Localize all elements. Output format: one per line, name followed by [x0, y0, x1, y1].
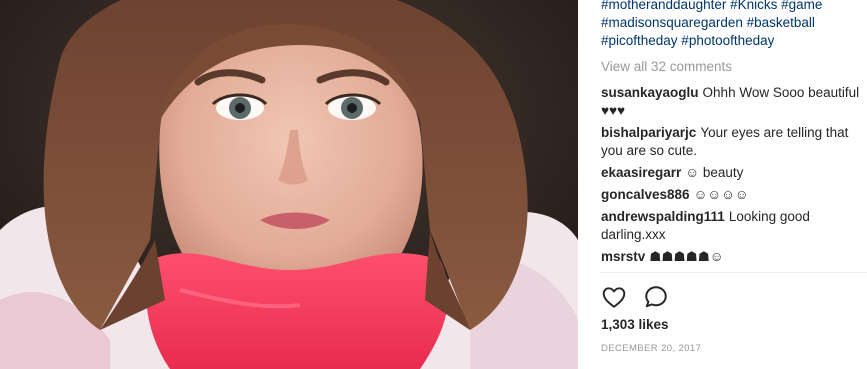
comment-username[interactable]: bishalpariyarjc	[601, 125, 696, 140]
hashtag-line[interactable]: #motheranddaughter #Knicks #game	[601, 0, 863, 14]
comment-username[interactable]: goncalves886	[601, 187, 690, 202]
hashtag-line[interactable]: #picoftheday #photooftheday	[601, 32, 863, 50]
comment-bubble-icon[interactable]	[643, 284, 669, 310]
post-actions	[601, 284, 681, 310]
comment-username[interactable]: susankayaoglu	[601, 85, 699, 100]
comment-username[interactable]: andrewspalding111	[601, 209, 725, 224]
comment-item: msrstv ☗☗☗☗☗☺	[601, 248, 867, 266]
comment-username[interactable]: msrstv	[601, 249, 645, 264]
comment-list: susankayaoglu Ohhh Wow Sooo beautiful ♥♥♥…	[601, 84, 867, 272]
view-all-comments-link[interactable]: View all 32 comments	[601, 59, 732, 74]
comment-item: ekaasiregarr ☺ beauty	[601, 164, 867, 182]
likes-count[interactable]: 1,303 likes	[601, 317, 669, 332]
comment-text: ☺ beauty	[685, 165, 744, 180]
heart-icon[interactable]	[601, 284, 627, 310]
post-date: DECEMBER 20, 2017	[601, 343, 702, 354]
comment-username[interactable]: ekaasiregarr	[601, 165, 681, 180]
comment-text: ☗☗☗☗☗☺	[649, 249, 724, 264]
comment-text: ☺☺☺☺	[693, 187, 749, 202]
post-caption-hashtags: #motheranddaughter #Knicks #game #madiso…	[601, 0, 863, 50]
comment-item: goncalves886 ☺☺☺☺	[601, 186, 867, 204]
comment-item: susankayaoglu Ohhh Wow Sooo beautiful ♥♥♥	[601, 84, 867, 120]
comments-panel: #motheranddaughter #Knicks #game #madiso…	[578, 0, 867, 369]
portrait-image	[0, 0, 578, 369]
actions-divider	[601, 272, 867, 273]
comment-item: andrewspalding111 Looking good darling.xx…	[601, 208, 867, 244]
post-photo[interactable]	[0, 0, 578, 369]
hashtag-line[interactable]: #madisonsquaregarden #basketball	[601, 14, 863, 32]
comment-item: bishalpariyarjc Your eyes are telling tha…	[601, 124, 867, 160]
